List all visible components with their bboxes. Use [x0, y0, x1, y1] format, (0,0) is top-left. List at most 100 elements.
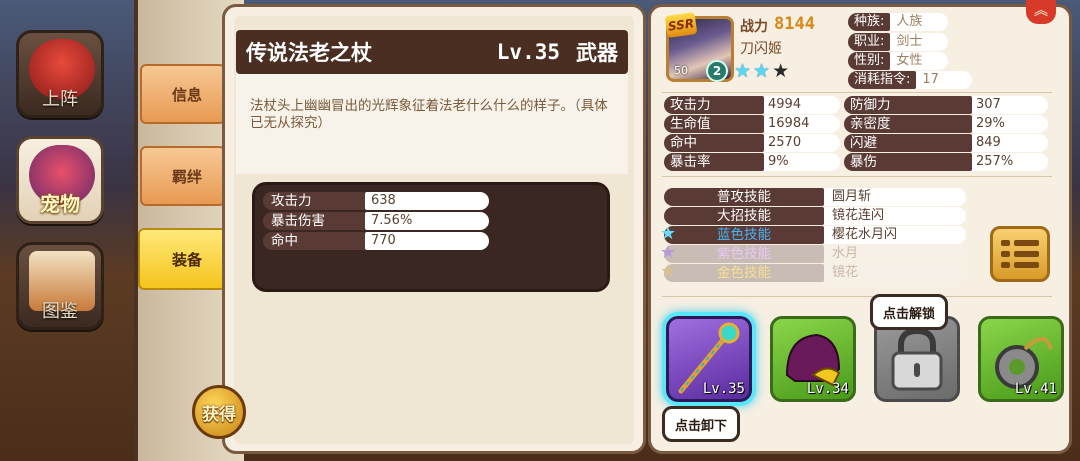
item-stat-label: 攻击力	[263, 191, 365, 210]
divider	[662, 296, 1052, 297]
hero-level: 50	[674, 64, 688, 77]
info-race: 种族: 人族	[848, 13, 949, 31]
info-label: 消耗指令:	[848, 71, 917, 89]
lock-icon	[891, 327, 943, 391]
info-value: 17	[916, 71, 973, 89]
item-description: 法杖头上幽幽冒出的光辉象征着法老什么什么的样子。（具体已无从探究）	[236, 74, 628, 174]
info-label: 性别:	[848, 52, 891, 70]
star-skill-icon: ★	[660, 223, 677, 244]
nav-lineup-button[interactable]: 上阵	[16, 30, 104, 118]
info-value: 剑士	[890, 33, 949, 51]
attr-dodge: 闪避 849	[844, 134, 1048, 152]
attr-value: 4994	[764, 96, 840, 114]
info-label: 种族:	[848, 13, 891, 31]
attr-label: 攻击力	[664, 96, 764, 114]
nav-pet-button[interactable]: 宠物	[16, 136, 104, 224]
star-empty-icon: ★	[772, 60, 790, 82]
nav-lineup-label: 上阵	[42, 89, 78, 110]
skill-list-button[interactable]	[990, 226, 1050, 282]
star-skill-icon: ★	[660, 261, 677, 282]
attr-label: 亲密度	[844, 115, 972, 133]
equip-slot-helmet[interactable]: Lv.34	[770, 316, 856, 402]
star-skill-icon: ★	[660, 242, 677, 263]
divider	[662, 92, 1052, 93]
item-name: 传说法老之杖	[246, 41, 372, 65]
skill-value: 镜花	[824, 264, 966, 282]
skill-blue[interactable]: ★ 蓝色技能 樱花水月闪	[660, 223, 966, 244]
item-stat-value: 770	[365, 231, 489, 250]
collapse-chevron-icon[interactable]: ︽	[1026, 0, 1056, 24]
power-label: 战力	[740, 19, 768, 35]
info-value: 人族	[890, 13, 949, 31]
skill-ultimate[interactable]: 大招技能 镜花连闪	[664, 207, 966, 225]
hero-name: 刀闪姬	[740, 41, 782, 57]
attr-label: 防御力	[844, 96, 972, 114]
info-gender: 性别: 女性	[848, 52, 949, 70]
list-icon	[1001, 262, 1039, 268]
attr-label: 生命值	[664, 115, 764, 133]
power-value: 8144	[774, 14, 815, 34]
list-icon	[1001, 251, 1039, 257]
item-stat-row: 暴击伤害 7.56%	[263, 211, 599, 230]
info-label: 职业:	[848, 33, 891, 51]
skill-value: 圆月斩	[824, 188, 966, 206]
info-value: 女性	[890, 52, 949, 70]
attr-label: 暴击率	[664, 153, 764, 171]
item-level: Lv.35	[496, 40, 560, 64]
nav-codex-button[interactable]: 图鉴	[16, 242, 104, 330]
equip-level: Lv.41	[1014, 381, 1057, 397]
get-button[interactable]: 获得	[192, 385, 246, 439]
rarity-badge: SSR	[664, 12, 698, 38]
skill-value: 镜花连闪	[824, 207, 966, 225]
unlock-tip[interactable]: 点击解锁	[870, 294, 949, 330]
skill-value: 樱花水月闪	[824, 226, 966, 244]
attr-value: 257%	[972, 153, 1048, 171]
skill-value: 水月	[824, 245, 966, 263]
item-stat-row: 命中 770	[263, 231, 599, 250]
attr-label: 闪避	[844, 134, 972, 152]
attr-value: 2570	[764, 134, 840, 152]
equip-slot-weapon[interactable]: Lv.35	[666, 316, 752, 402]
star-filled-icon: ★	[734, 60, 752, 82]
attr-attack: 攻击力 4994	[664, 96, 840, 114]
unequip-tip[interactable]: 点击卸下	[662, 406, 741, 442]
attr-defense: 防御力 307	[844, 96, 1048, 114]
equip-slot-accessory[interactable]: Lv.41	[978, 316, 1064, 402]
equip-level: Lv.35	[702, 381, 745, 397]
info-class: 职业: 剑士	[848, 33, 949, 51]
skill-normal-attack[interactable]: 普攻技能 圆月斩	[664, 188, 966, 206]
hero-stars: ★ ★ ★	[734, 60, 789, 82]
attr-hp: 生命值 16984	[664, 115, 840, 133]
info-cost: 消耗指令: 17	[848, 71, 973, 89]
list-icon	[1001, 240, 1039, 246]
nav-codex-label: 图鉴	[42, 301, 78, 322]
attr-value: 849	[972, 134, 1048, 152]
left-nav: 上阵 宠物 图鉴	[0, 0, 130, 461]
attr-value: 16984	[764, 115, 840, 133]
skill-purple[interactable]: ★ 紫色技能 水月	[660, 242, 966, 263]
skill-gold[interactable]: ★ 金色技能 镜花	[660, 261, 966, 282]
item-stat-label: 暴击伤害	[263, 211, 365, 230]
item-title-bar: 传说法老之杖 Lv.35 武器	[236, 30, 628, 74]
attr-label: 暴伤	[844, 153, 972, 171]
skill-label: 普攻技能	[664, 188, 824, 206]
item-stat-label: 命中	[263, 231, 365, 250]
item-stat-row: 攻击力 638	[263, 191, 599, 210]
skill-label: 金色技能	[664, 264, 824, 282]
star-filled-icon: ★	[753, 60, 771, 82]
skill-label: 大招技能	[664, 207, 824, 225]
item-type: 武器	[576, 41, 618, 65]
tab-info[interactable]: 信息	[140, 64, 234, 124]
attr-hit: 命中 2570	[664, 134, 840, 152]
skill-label: 紫色技能	[664, 245, 824, 263]
item-stat-value: 638	[365, 191, 489, 210]
hero-rank-badge: 2	[706, 60, 728, 82]
skill-label: 蓝色技能	[664, 226, 824, 244]
attr-value: 29%	[972, 115, 1048, 133]
item-stats: 攻击力 638 暴击伤害 7.56% 命中 770	[252, 182, 610, 292]
attr-label: 命中	[664, 134, 764, 152]
attr-value: 9%	[764, 153, 840, 171]
tab-bond[interactable]: 羁绊	[140, 146, 234, 206]
divider	[662, 176, 1052, 177]
attr-crit-rate: 暴击率 9%	[664, 153, 840, 171]
